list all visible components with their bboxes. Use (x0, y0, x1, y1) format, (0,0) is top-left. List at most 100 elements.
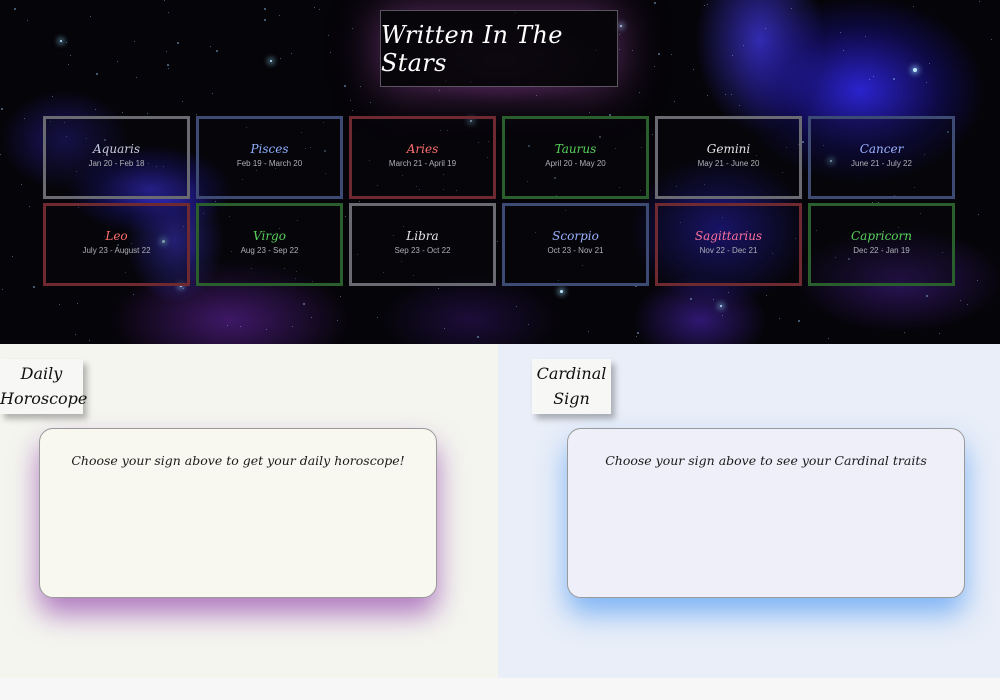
star-dust (798, 320, 800, 322)
star-dust (280, 58, 281, 59)
sign-name: Aries (406, 142, 439, 156)
star-dust (0, 154, 1, 155)
sign-name: Gemini (706, 142, 751, 156)
sign-name: Libra (406, 229, 439, 243)
star-dust (340, 296, 341, 297)
cardinal-sign-panel: Cardinal Sign Choose your sign above to … (498, 344, 1000, 678)
star-dust (528, 324, 529, 325)
star-dust (216, 50, 218, 52)
star-dust (893, 78, 895, 80)
sign-name: Cancer (859, 142, 904, 156)
star-dust (722, 315, 723, 316)
star-dust (632, 50, 633, 51)
hero-section: Written In The Stars Aquaris Jan 20 - Fe… (0, 0, 1000, 344)
star-dust (779, 318, 780, 319)
star-dust (865, 36, 866, 37)
star-dust (264, 19, 266, 21)
star-dust (589, 112, 590, 113)
star-dust (344, 85, 346, 87)
sign-card-libra[interactable]: Libra Sep 23 - Oct 22 (349, 203, 496, 286)
star-dust (279, 15, 280, 16)
star-dust (477, 336, 479, 338)
star-dust (843, 50, 844, 51)
star-dust (167, 64, 169, 66)
star-dust (840, 32, 841, 33)
sign-dates: Oct 23 - Nov 21 (547, 246, 604, 255)
star-dust (177, 42, 179, 44)
star-dust (303, 303, 305, 305)
star-dust (359, 201, 360, 202)
sign-card-pisces[interactable]: Pisces Feb 19 - March 20 (196, 116, 343, 199)
star-dust (89, 340, 90, 341)
star-dust (133, 294, 134, 295)
star-dust (939, 333, 940, 334)
star-dust (743, 45, 744, 46)
cardinal-sign-box: Choose your sign above to see your Cardi… (567, 428, 965, 598)
star-dust (319, 9, 320, 10)
star-dust (904, 332, 905, 333)
star-dust (166, 51, 167, 52)
sign-card-scorpio[interactable]: Scorpio Oct 23 - Nov 21 (502, 203, 649, 286)
star-dust (266, 329, 267, 330)
star-dust (516, 306, 517, 307)
star-dust (765, 28, 766, 29)
star-dust (264, 8, 266, 10)
sign-dates: Dec 22 - Jan 19 (853, 246, 910, 255)
star-dust (713, 299, 714, 300)
sign-card-leo[interactable]: Leo July 23 - August 22 (43, 203, 190, 286)
site-title: Written In The Stars (381, 20, 563, 77)
sign-name: Sagittarius (694, 229, 763, 243)
star-dust (438, 288, 439, 289)
sign-card-aquarius[interactable]: Aquaris Jan 20 - Feb 18 (43, 116, 190, 199)
sign-dates: Jan 20 - Feb 18 (88, 159, 145, 168)
sign-card-sagittarius[interactable]: Sagittarius Nov 22 - Dec 21 (655, 203, 802, 286)
star-dust (979, 1, 980, 2)
star (720, 305, 722, 307)
daily-horoscope-box: Choose your sign above to get your daily… (39, 428, 437, 598)
star-dust (210, 46, 211, 47)
star-dust (66, 42, 67, 43)
star-dust (978, 214, 979, 215)
star-dust (707, 4, 708, 5)
heading-line: Sign (553, 389, 590, 408)
star-dust (588, 331, 589, 332)
star-dust (59, 304, 60, 305)
star-dust (873, 76, 874, 77)
star-dust (690, 298, 692, 300)
sign-card-cancer[interactable]: Cancer June 21 - July 22 (808, 116, 955, 199)
star-dust (328, 35, 329, 36)
heading-line: Horoscope (0, 389, 88, 408)
sign-card-aries[interactable]: Aries March 21 - April 19 (349, 116, 496, 199)
star-dust (360, 86, 361, 87)
star-dust (122, 112, 123, 113)
star-dust (2, 289, 3, 290)
sign-name: Capricorn (850, 229, 912, 243)
sign-dates: Feb 19 - March 20 (236, 159, 303, 168)
star-dust (536, 95, 537, 96)
star-dust (639, 92, 640, 93)
star-dust (96, 73, 98, 75)
sign-dates: March 21 - April 19 (388, 159, 457, 168)
sign-card-taurus[interactable]: Taurus April 20 - May 20 (502, 116, 649, 199)
star-dust (926, 295, 928, 297)
sign-name: Aquaris (93, 142, 140, 156)
star-dust (24, 118, 25, 119)
star-dust (377, 317, 378, 318)
star-dust (929, 63, 930, 64)
star-dust (352, 28, 353, 29)
sign-name: Virgo (253, 229, 286, 243)
heading-line: Daily (20, 364, 63, 383)
sign-dates: Nov 22 - Dec 21 (699, 246, 758, 255)
sign-name: Taurus (554, 142, 597, 156)
star-dust (12, 256, 13, 257)
sign-card-virgo[interactable]: Virgo Aug 23 - Sep 22 (196, 203, 343, 286)
sign-card-gemini[interactable]: Gemini May 21 - June 20 (655, 116, 802, 199)
daily-horoscope-heading: Daily Horoscope (0, 359, 88, 414)
sign-name: Scorpio (552, 229, 599, 243)
sign-card-capricorn[interactable]: Capricorn Dec 22 - Jan 19 (808, 203, 955, 286)
sign-dates: May 21 - June 20 (697, 159, 760, 168)
star-dust (14, 8, 16, 10)
daily-horoscope-text: Choose your sign above to get your daily… (71, 453, 405, 468)
star (560, 290, 563, 293)
star-dust (27, 20, 28, 21)
